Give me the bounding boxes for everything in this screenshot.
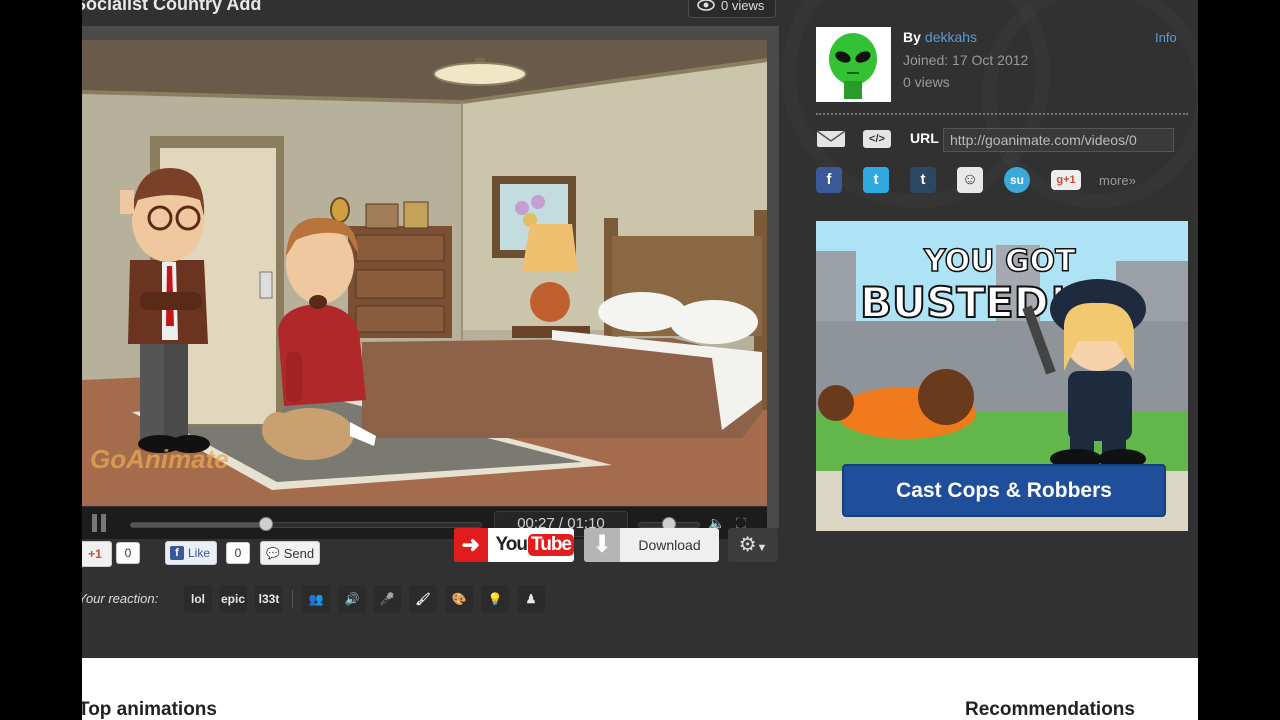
alien-avatar-image [816,27,891,102]
advertisement-banner[interactable]: YOU GOT BUSTED! Cast Cops & Robbers [816,221,1188,531]
pause-icon [92,514,97,532]
reaction-l33t[interactable]: l33t [255,585,283,613]
speech-bubble-icon: 💬 [266,547,280,560]
embed-code-icon[interactable]: </> [863,130,891,148]
stamp-icon[interactable]: ♟ [517,585,545,613]
bottom-content: Top animations Recommendations [82,658,1198,720]
url-label: URL [910,130,939,146]
reddit-icon[interactable]: ☺ [957,167,983,193]
gear-icon: ⚙ [738,534,757,556]
palette-icon[interactable]: 🎨 [445,585,473,613]
eye-icon [697,0,715,11]
divider [816,113,1188,115]
views-counter: 0 views [688,0,776,18]
download-label: Download [638,537,701,553]
video-page: Socialist Country Add 0 views GoAnimate … [82,0,1198,720]
youtube-logo: You Tube [488,528,574,562]
video-frame[interactable]: GoAnimate [82,40,767,506]
youtube-upload-button[interactable]: ➜ You Tube [454,528,574,562]
download-button[interactable]: ⬇ Download [584,528,719,562]
send-button[interactable]: 💬 Send [260,541,320,565]
seek-bar[interactable] [130,517,482,531]
chevron-down-icon: ▼ [756,542,768,554]
video-player[interactable]: GoAnimate 00:27 / 01:10 🔈 ⛶ [82,26,779,539]
reaction-epic[interactable]: epic [219,585,247,613]
author-views: 0 views [903,74,950,90]
ad-headline-top: YOU GOT [923,244,1076,279]
pause-button[interactable] [92,514,110,532]
download-arrow-icon: ⬇ [584,528,620,562]
author-avatar[interactable] [816,27,891,102]
settings-dropdown[interactable]: ⚙▼ [728,528,778,562]
tumblr-icon[interactable]: t [910,167,936,193]
google-plus-share-icon[interactable]: g+1 [1051,170,1081,190]
google-plus-count: 0 [116,542,140,564]
url-field[interactable] [943,128,1174,152]
info-link[interactable]: Info [1155,30,1177,45]
goanimate-watermark: GoAnimate [90,444,229,474]
by-label: By [903,29,921,45]
stumbleupon-icon[interactable]: su [1004,167,1030,193]
seek-progress [131,523,267,527]
brush-icon[interactable]: 🖌 [409,585,437,613]
facebook-icon: f [170,546,184,560]
author-byline: By dekkahs [903,29,977,45]
google-plus-button[interactable]: +1 [82,541,112,567]
lightbulb-icon[interactable]: 💡 [481,585,509,613]
microphone-icon[interactable]: 🎤 [373,585,401,613]
arrow-right-icon: ➜ [454,528,488,562]
seek-handle[interactable] [259,517,274,531]
send-label: Send [283,545,315,561]
animation-scene [82,40,767,506]
group-icon[interactable]: 👥 [302,585,330,613]
video-title: Socialist Country Add [82,0,262,14]
top-animations-heading: Top animations [82,699,217,720]
email-icon[interactable] [816,130,846,148]
ad-cta-button[interactable]: Cast Cops & Robbers [842,464,1166,517]
recommendations-heading: Recommendations [965,699,1135,720]
views-count: 0 views [721,0,765,13]
facebook-share-icon[interactable]: f [816,167,842,193]
pause-icon [101,514,106,532]
like-count: 0 [226,542,250,564]
author-joined: Joined: 17 Oct 2012 [903,52,1029,68]
like-label: Like [188,546,211,560]
reaction-lol[interactable]: lol [184,585,212,613]
more-share-link[interactable]: more» [1099,173,1136,188]
author-link[interactable]: dekkahs [925,29,977,45]
reaction-divider [292,590,293,608]
facebook-like-button[interactable]: f Like [165,541,217,565]
reaction-label: Your reaction: [82,591,159,606]
twitter-icon[interactable]: t [863,167,889,193]
speaker-icon[interactable]: 🔊 [338,585,366,613]
